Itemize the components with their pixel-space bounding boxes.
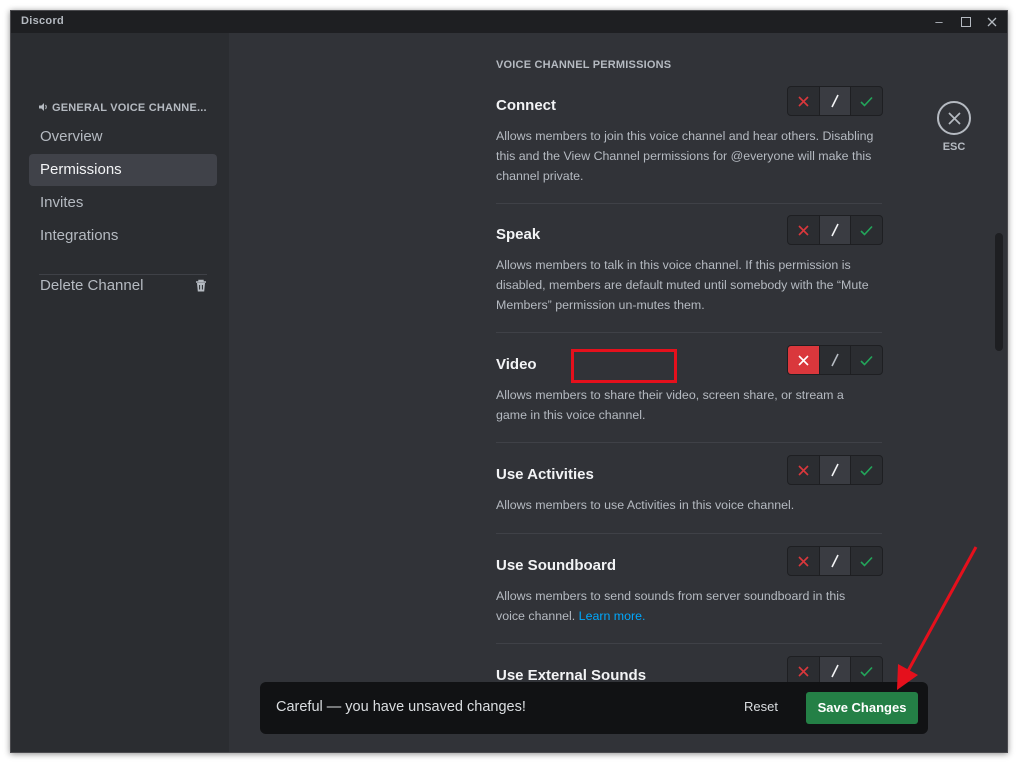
x-icon <box>798 224 809 236</box>
sidebar-item-invites[interactable]: Invites <box>29 187 217 219</box>
channel-header: GENERAL VOICE CHANNE... <box>39 102 207 114</box>
neutral-button[interactable] <box>819 216 852 244</box>
permission-name: Video <box>496 356 537 373</box>
learn-more-link[interactable]: Learn more. <box>579 609 646 623</box>
allow-button[interactable] <box>851 87 882 115</box>
permission-divider <box>496 442 882 443</box>
slash-icon <box>831 554 839 568</box>
neutral-button[interactable] <box>819 547 852 575</box>
delete-channel-label: Delete Channel <box>40 277 144 294</box>
slash-icon <box>831 223 839 237</box>
check-icon <box>860 225 873 236</box>
app-title: Discord <box>21 15 65 27</box>
sidebar-item-overview[interactable]: Overview <box>29 121 217 153</box>
permission-toggle <box>787 455 883 485</box>
allow-button[interactable] <box>851 547 882 575</box>
x-icon <box>798 555 809 567</box>
check-icon <box>860 96 873 107</box>
unsaved-changes-bar: Careful — you have unsaved changes! Rese… <box>260 682 928 734</box>
sidebar-item-label: Integrations <box>40 227 119 244</box>
slash-icon <box>831 353 839 367</box>
section-title: VOICE CHANNEL PERMISSIONS <box>496 59 672 71</box>
permission-description: Allows members to share their video, scr… <box>496 388 844 422</box>
speaker-icon <box>39 103 47 111</box>
close-window-button[interactable] <box>977 11 1007 33</box>
x-icon <box>798 95 809 107</box>
close-icon <box>987 17 997 27</box>
check-icon <box>860 355 873 366</box>
deny-button[interactable] <box>788 456 820 484</box>
neutral-button[interactable] <box>819 87 852 115</box>
save-changes-button[interactable]: Save Changes <box>806 692 918 724</box>
unsaved-message: Careful — you have unsaved changes! <box>276 699 526 715</box>
permission-description-text: Allows members to send sounds from serve… <box>496 589 846 623</box>
permission-description: Allows members to send sounds from serve… <box>496 587 876 627</box>
scrollbar-thumb[interactable] <box>995 233 1003 351</box>
permission-toggle <box>787 215 883 245</box>
close-circle <box>937 101 971 135</box>
slash-icon <box>831 94 839 108</box>
permission-name: Use Soundboard <box>496 557 617 574</box>
sidebar-item-integrations[interactable]: Integrations <box>29 220 217 252</box>
x-icon <box>798 354 809 366</box>
permission-divider <box>496 533 882 534</box>
permission-divider <box>496 203 882 204</box>
permission-toggle <box>787 546 883 576</box>
allow-button[interactable] <box>851 657 882 685</box>
permission-divider <box>496 332 882 333</box>
deny-button[interactable] <box>788 216 820 244</box>
title-bar: Discord – <box>11 11 1007 33</box>
check-icon <box>860 556 873 567</box>
permission-toggle <box>787 345 883 375</box>
slash-icon <box>831 463 839 477</box>
settings-sidebar: GENERAL VOICE CHANNE... Overview Permiss… <box>11 33 229 752</box>
x-icon <box>798 665 809 677</box>
x-icon <box>798 464 809 476</box>
permission-name: Connect <box>496 97 556 114</box>
permission-divider <box>496 643 882 644</box>
sidebar-item-label: Invites <box>40 194 84 211</box>
deny-button[interactable] <box>788 346 820 374</box>
permission-description: Allows members to talk in this voice cha… <box>496 258 869 312</box>
sidebar-item-label: Permissions <box>40 161 122 178</box>
delete-channel-button[interactable]: Delete Channel <box>29 270 217 302</box>
allow-button[interactable] <box>851 346 882 374</box>
esc-close-button[interactable]: ESC <box>937 101 971 153</box>
permission-description: Allows members to use Activities in this… <box>496 498 795 512</box>
neutral-button[interactable] <box>819 456 852 484</box>
permission-description: Allows members to join this voice channe… <box>496 129 874 183</box>
highlight-box <box>571 349 677 383</box>
deny-button[interactable] <box>788 657 820 685</box>
permission-name: Speak <box>496 226 541 243</box>
deny-button[interactable] <box>788 87 820 115</box>
close-icon <box>947 111 961 125</box>
neutral-button[interactable] <box>819 657 852 685</box>
permissions-panel: VOICE CHANNEL PERMISSIONS Connect Allows… <box>229 33 1007 752</box>
esc-label: ESC <box>942 141 966 153</box>
channel-header-label: GENERAL VOICE CHANNE... <box>52 102 207 114</box>
minimize-button[interactable]: – <box>924 11 954 33</box>
discord-window: Discord – GENERAL VOICE CHANNE... Overvi… <box>10 10 1008 753</box>
sidebar-item-label: Overview <box>40 128 103 145</box>
trash-icon <box>196 279 206 292</box>
slash-icon <box>831 664 839 678</box>
reset-button[interactable]: Reset <box>744 699 778 714</box>
sidebar-item-permissions[interactable]: Permissions <box>29 154 217 186</box>
check-icon <box>860 465 873 476</box>
maximize-icon <box>961 17 971 27</box>
allow-button[interactable] <box>851 456 882 484</box>
permission-toggle <box>787 86 883 116</box>
neutral-button[interactable] <box>820 346 852 374</box>
deny-button[interactable] <box>788 547 820 575</box>
check-icon <box>860 666 873 677</box>
permission-name: Use Activities <box>496 466 594 483</box>
allow-button[interactable] <box>851 216 882 244</box>
